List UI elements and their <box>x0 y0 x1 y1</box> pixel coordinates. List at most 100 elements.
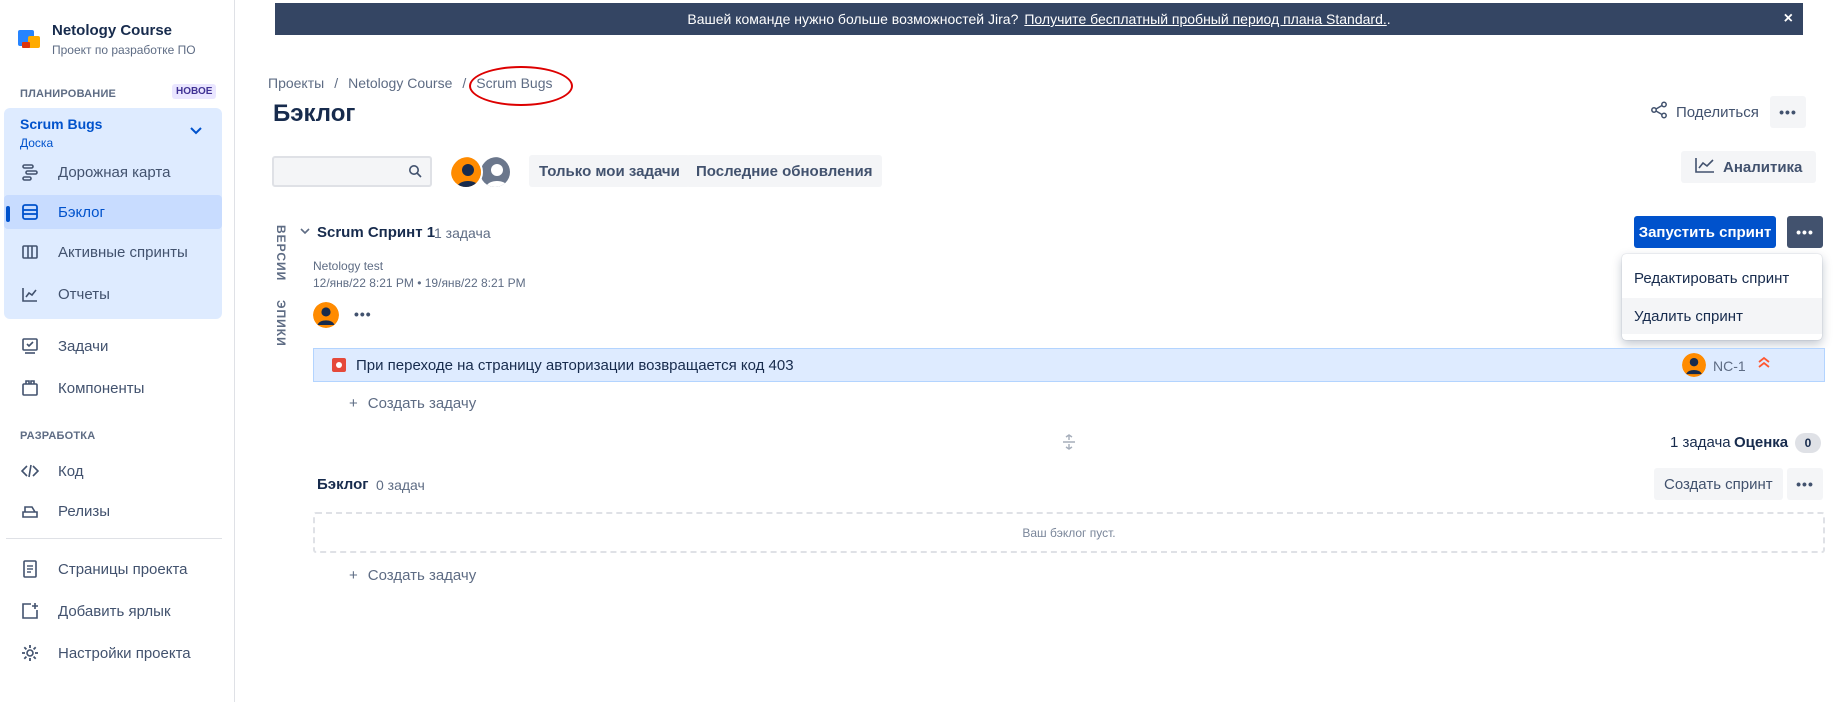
create-issue-backlog[interactable]: + Создать задачу <box>349 567 476 584</box>
plus-icon: + <box>349 395 358 412</box>
sprint-name: Scrum Спринт 1 <box>317 224 436 241</box>
issue-key[interactable]: NC-1 <box>1713 358 1746 374</box>
close-icon[interactable]: × <box>1784 10 1793 28</box>
page-more-button[interactable]: ••• <box>1770 96 1806 128</box>
sidebar-item-backlog[interactable]: Бэклог <box>4 195 222 229</box>
sidebar-item-label: Отчеты <box>58 285 110 303</box>
sidebar-item-code[interactable]: Код <box>20 454 84 488</box>
sidebar-item-active-sprints[interactable]: Активные спринты <box>20 235 188 269</box>
share-label: Поделиться <box>1676 103 1759 121</box>
planning-section-label: ПЛАНИРОВАНИЕ <box>20 88 117 100</box>
delete-sprint-menu-item[interactable]: Удалить спринт <box>1622 298 1822 334</box>
sidebar-item-issues[interactable]: Задачи <box>20 329 108 363</box>
search-icon <box>408 164 422 181</box>
start-sprint-button[interactable]: Запустить спринт <box>1634 216 1776 248</box>
edit-sprint-menu-item[interactable]: Редактировать спринт <box>1622 260 1822 296</box>
project-logo-icon <box>18 28 42 52</box>
sidebar-item-settings[interactable]: Настройки проекта <box>20 636 191 670</box>
sidebar-item-releases[interactable]: Релизы <box>20 494 110 528</box>
sidebar-item-label: Добавить ярлык <box>58 602 171 620</box>
sidebar-item-label: Настройки проекта <box>58 644 191 662</box>
collapse-chevron-icon[interactable] <box>300 226 310 238</box>
banner-trial-link[interactable]: Получите бесплатный пробный период плана… <box>1024 11 1386 27</box>
estimate-badge: 0 <box>1795 433 1821 453</box>
sprint-footer-count: 1 задача <box>1670 434 1731 451</box>
search-input[interactable] <box>274 158 400 185</box>
sidebar-item-label: Код <box>58 462 84 480</box>
sidebar-item-label: Дорожная карта <box>58 163 171 181</box>
avatar-user[interactable] <box>449 155 483 189</box>
sidebar: Netology Course Проект по разработке ПО … <box>0 0 235 702</box>
assignee-more-button[interactable]: ••• <box>354 306 372 322</box>
sidebar-item-label: Компоненты <box>58 379 145 397</box>
analytics-label: Аналитика <box>1723 158 1803 176</box>
code-icon <box>20 461 40 481</box>
drag-handle-icon[interactable] <box>1062 434 1076 455</box>
sprint-assignee-avatar[interactable] <box>313 302 339 328</box>
avatar-unassigned[interactable] <box>478 155 512 189</box>
upgrade-banner: Вашей команде нужно больше возможностей … <box>275 3 1803 35</box>
issues-icon <box>20 336 40 356</box>
banner-text: Вашей команде нужно больше возможностей … <box>687 11 1019 27</box>
sidebar-item-reports[interactable]: Отчеты <box>20 277 110 311</box>
sidebar-item-add-shortcut[interactable]: Добавить ярлык <box>20 594 171 628</box>
sidebar-divider <box>6 538 222 539</box>
issue-summary: При переходе на страницу авторизации воз… <box>356 357 794 374</box>
sidebar-item-label: Бэклог <box>58 203 105 221</box>
sprint-issue-count: 1 задача <box>434 225 491 241</box>
sidebar-item-label: Страницы проекта <box>58 560 188 578</box>
sidebar-item-components[interactable]: Компоненты <box>20 371 144 405</box>
create-sprint-button[interactable]: Создать спринт <box>1654 468 1783 500</box>
board-type: Доска <box>20 136 54 150</box>
sprint-goal: Netology test <box>313 259 384 273</box>
pages-icon <box>20 559 40 579</box>
search-field[interactable] <box>272 156 432 187</box>
chevron-down-icon[interactable] <box>190 122 202 138</box>
issue-assignee-avatar[interactable] <box>1682 353 1706 377</box>
analytics-button[interactable]: Аналитика <box>1681 151 1817 183</box>
backlog-empty-state: Ваш бэклог пуст. <box>313 512 1825 553</box>
versions-panel-tab[interactable]: ВЕРСИИ <box>274 225 288 281</box>
board-icon <box>20 242 40 262</box>
page-title: Бэклог <box>273 100 356 127</box>
backlog-count: 0 задач <box>376 477 425 493</box>
components-icon <box>20 378 40 398</box>
sidebar-item-label: Релизы <box>58 502 110 520</box>
only-my-issues-filter[interactable]: Только мои задачи <box>529 155 690 187</box>
backlog-icon <box>20 202 40 222</box>
sprint-more-button[interactable]: ••• <box>1787 216 1823 248</box>
issue-row[interactable]: При переходе на страницу авторизации воз… <box>313 348 1825 382</box>
estimate-label: Оценка <box>1734 434 1789 451</box>
backlog-more-button[interactable]: ••• <box>1787 468 1823 500</box>
create-issue-label: Создать задачу <box>367 567 477 584</box>
project-type: Проект по разработке ПО <box>52 43 196 57</box>
sidebar-item-label: Задачи <box>58 337 109 355</box>
sidebar-item-label: Активные спринты <box>58 243 188 261</box>
sidebar-item-project-pages[interactable]: Страницы проекта <box>20 552 188 586</box>
priority-highest-icon <box>1757 355 1771 372</box>
share-button[interactable]: Поделиться <box>1650 101 1759 123</box>
sprint-actions-menu: Редактировать спринт Удалить спринт <box>1622 254 1822 340</box>
chart-icon <box>1695 157 1715 177</box>
share-icon <box>1650 101 1668 123</box>
roadmap-icon <box>20 162 40 182</box>
backlog-title: Бэклог <box>317 476 369 493</box>
releases-icon <box>20 501 40 521</box>
create-issue-sprint[interactable]: + Создать задачу <box>349 395 476 412</box>
bug-icon <box>332 358 346 372</box>
board-name[interactable]: Scrum Bugs <box>20 116 102 132</box>
sprint-dates: 12/янв/22 8:21 PM • 19/янв/22 8:21 PM <box>313 276 526 290</box>
project-header[interactable]: Netology Course Проект по разработке ПО <box>18 22 196 57</box>
reports-icon <box>20 284 40 304</box>
recently-updated-filter[interactable]: Последние обновления <box>686 155 883 187</box>
project-name: Netology Course <box>52 22 173 39</box>
development-section-label: РАЗРАБОТКА <box>20 430 96 442</box>
active-indicator <box>6 206 10 222</box>
annotation-circle <box>469 66 573 106</box>
sidebar-item-roadmap[interactable]: Дорожная карта <box>20 155 170 189</box>
epics-panel-tab[interactable]: ЭПИКИ <box>274 300 288 347</box>
breadcrumb-project[interactable]: Netology Course <box>348 75 452 91</box>
add-shortcut-icon <box>20 601 40 621</box>
breadcrumb-projects[interactable]: Проекты <box>268 75 324 91</box>
settings-icon <box>20 643 40 663</box>
